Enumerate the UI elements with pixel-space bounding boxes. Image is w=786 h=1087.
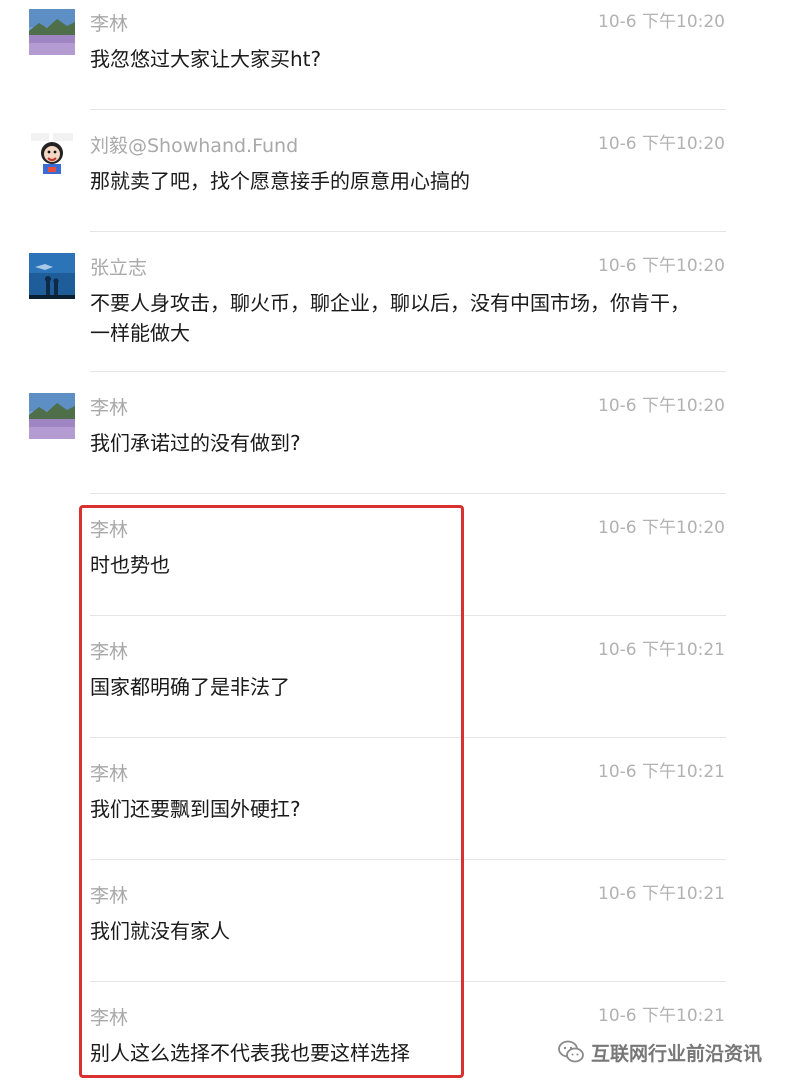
sender-name: 李林 bbox=[90, 397, 129, 419]
message-time: 10-6 下午10:21 bbox=[598, 884, 725, 904]
watermark-text: 互联网行业前沿资讯 bbox=[590, 1042, 762, 1065]
message-time: 10-6 下午10:21 bbox=[598, 640, 725, 660]
avatar[interactable] bbox=[29, 393, 75, 439]
message-time: 10-6 下午10:20 bbox=[598, 12, 725, 32]
avatar[interactable] bbox=[29, 131, 75, 177]
message-text: 我忽悠过大家让大家买ht? bbox=[90, 47, 322, 71]
divider bbox=[90, 371, 726, 372]
wechat-logo-icon bbox=[557, 1038, 585, 1066]
sender-name: 张立志 bbox=[90, 257, 148, 279]
divider bbox=[90, 109, 726, 110]
highlight-box bbox=[79, 505, 464, 1078]
message-time: 10-6 下午10:20 bbox=[598, 396, 725, 416]
sender-name: 李林 bbox=[90, 13, 129, 35]
message-time: 10-6 下午10:21 bbox=[598, 1006, 725, 1026]
message-text: 不要人身攻击，聊火币，聊企业，聊以后，没有中国市场，你肯干，一样能做大 bbox=[90, 291, 690, 345]
message-text: 那就卖了吧，找个愿意接手的原意用心搞的 bbox=[90, 169, 470, 193]
sender-name: 刘毅@Showhand.Fund bbox=[90, 135, 299, 157]
watermark: 互联网行业前沿资讯 bbox=[557, 1038, 762, 1066]
avatar[interactable] bbox=[29, 9, 75, 55]
avatar[interactable] bbox=[29, 253, 75, 299]
message-text: 我们承诺过的没有做到? bbox=[90, 431, 301, 455]
message-time: 10-6 下午10:21 bbox=[598, 762, 725, 782]
message-time: 10-6 下午10:20 bbox=[598, 518, 725, 538]
divider bbox=[90, 231, 726, 232]
message-time: 10-6 下午10:20 bbox=[598, 256, 725, 276]
message-time: 10-6 下午10:20 bbox=[598, 134, 725, 154]
divider bbox=[90, 493, 726, 494]
